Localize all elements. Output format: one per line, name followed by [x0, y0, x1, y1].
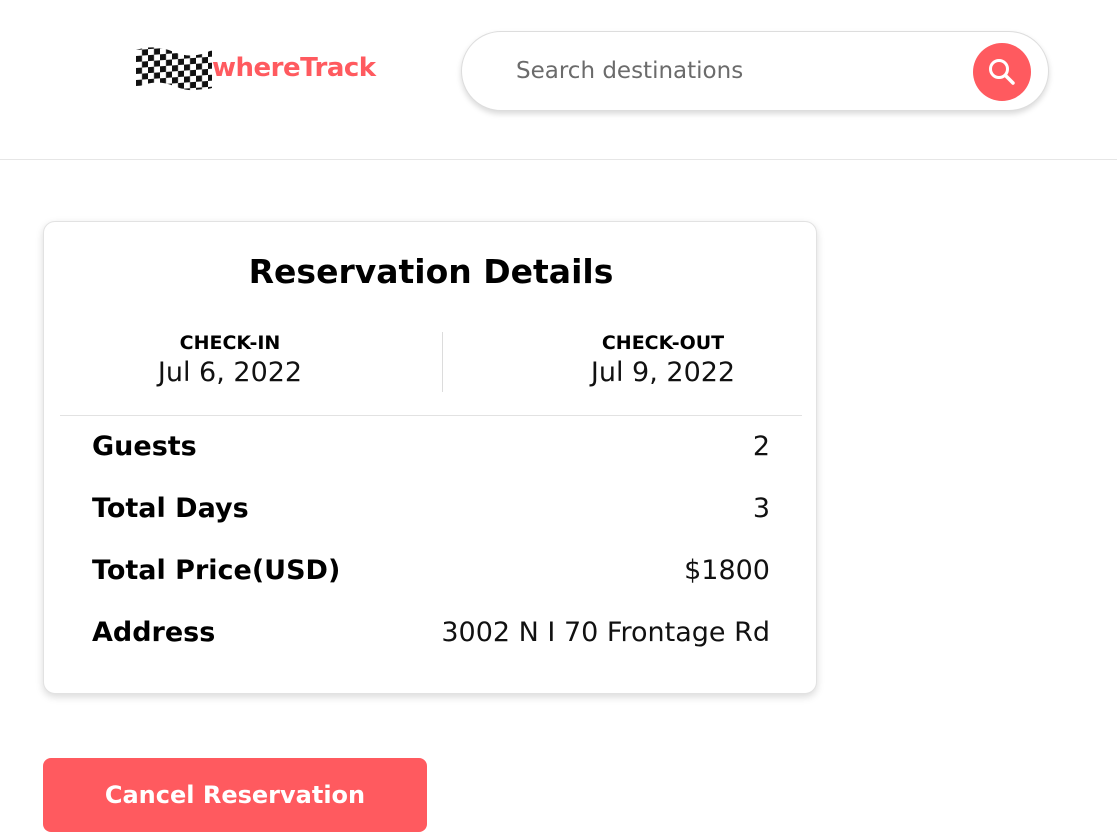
detail-row-total-days: Total Days 3 — [92, 488, 770, 528]
detail-label: Total Days — [92, 492, 249, 524]
reservation-details-card: Reservation Details CHECK-IN Jul 6, 2022… — [43, 221, 817, 694]
card-divider — [60, 415, 802, 416]
logo-text: whereTrack — [212, 53, 376, 83]
search-button[interactable] — [973, 43, 1031, 101]
detail-row-total-price: Total Price(USD) $1800 — [92, 550, 770, 590]
cancel-reservation-button[interactable]: Cancel Reservation — [43, 758, 427, 832]
detail-value: 3002 N I 70 Frontage Rd — [441, 616, 770, 648]
detail-value: 2 — [752, 430, 770, 462]
check-in: CHECK-IN Jul 6, 2022 — [80, 332, 380, 390]
detail-row-address: Address 3002 N I 70 Frontage Rd — [92, 612, 770, 652]
checkered-flag-icon — [136, 47, 212, 91]
card-title: Reservation Details — [248, 252, 614, 291]
logo[interactable]: whereTrack — [136, 44, 376, 94]
detail-row-guests: Guests 2 — [92, 426, 770, 466]
check-out-label: CHECK-OUT — [601, 332, 725, 354]
date-divider — [442, 332, 443, 392]
detail-label: Guests — [92, 430, 197, 462]
detail-value: $1800 — [684, 554, 770, 586]
check-in-label: CHECK-IN — [179, 332, 281, 354]
check-out-date: Jul 9, 2022 — [590, 357, 736, 388]
date-range: CHECK-IN Jul 6, 2022 CHECK-OUT Jul 9, 20… — [60, 332, 802, 392]
detail-label: Total Price(USD) — [92, 554, 341, 586]
detail-value: 3 — [752, 492, 770, 524]
search-icon — [989, 59, 1015, 85]
top-header: whereTrack — [0, 0, 1117, 160]
search-input[interactable] — [516, 52, 956, 90]
check-in-date: Jul 6, 2022 — [157, 357, 303, 388]
check-out: CHECK-OUT Jul 9, 2022 — [513, 332, 813, 390]
search-bar — [461, 31, 1049, 111]
detail-label: Address — [92, 616, 216, 648]
